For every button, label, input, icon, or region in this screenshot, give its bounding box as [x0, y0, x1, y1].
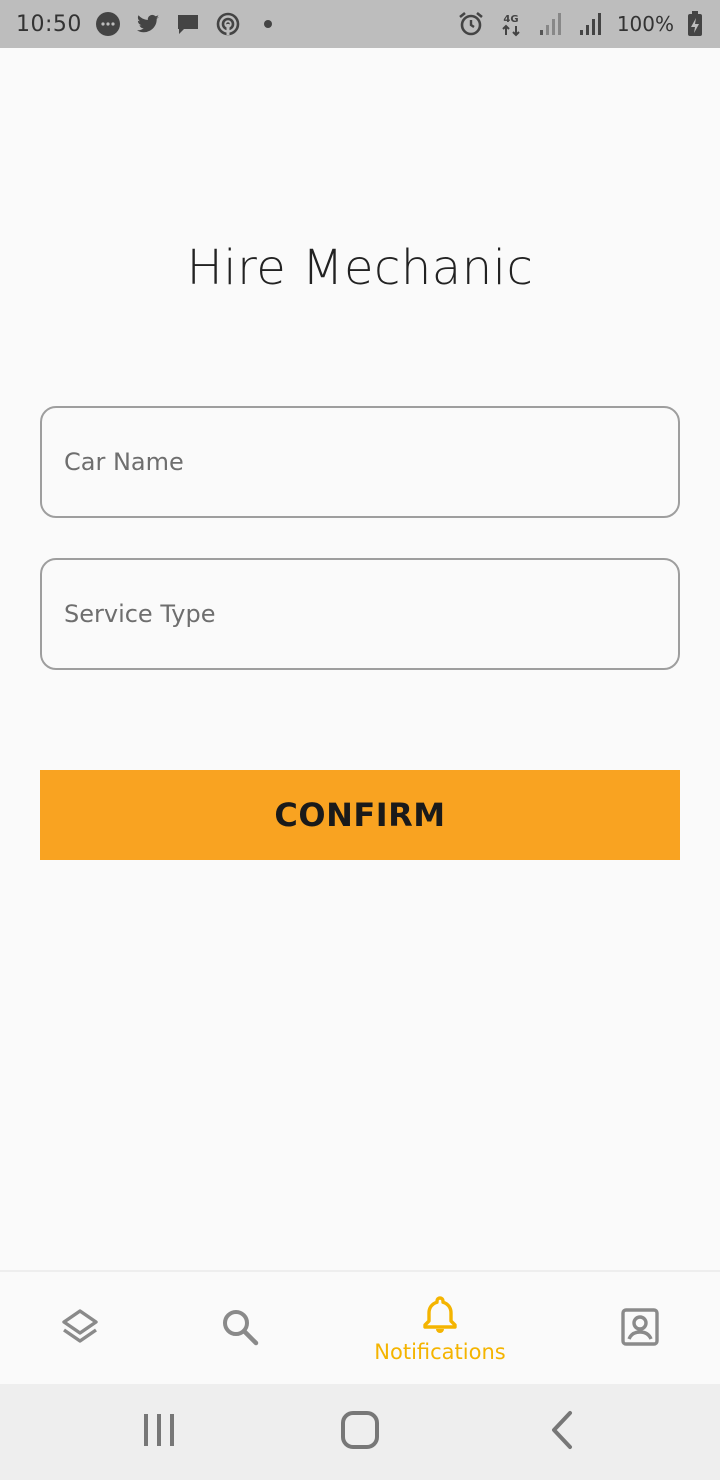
service-type-input[interactable] — [42, 560, 678, 668]
search-icon — [220, 1307, 260, 1351]
nav-item-profile[interactable] — [550, 1272, 720, 1386]
twitter-icon — [134, 10, 162, 38]
back-button[interactable] — [542, 1410, 582, 1454]
svg-text:4G: 4G — [503, 14, 518, 25]
status-bar-left: 10:50 — [16, 10, 282, 38]
recent-apps-button[interactable] — [139, 1412, 179, 1452]
home-icon — [340, 1410, 380, 1454]
car-name-field[interactable] — [40, 406, 680, 518]
service-type-field[interactable] — [40, 558, 680, 670]
back-icon — [542, 1410, 582, 1454]
nav-item-layers[interactable] — [0, 1272, 170, 1386]
nav-label-notifications: Notifications — [374, 1340, 506, 1364]
battery-percentage: 100% — [616, 12, 674, 36]
home-button[interactable] — [340, 1410, 380, 1454]
bell-icon — [420, 1294, 460, 1338]
status-bar: 10:50 4G 100% — [0, 0, 720, 48]
nav-item-notifications[interactable]: Notifications — [350, 1272, 530, 1386]
battery-charging-icon — [686, 10, 704, 38]
page-title: Hire Mechanic — [186, 240, 534, 296]
signal-icon — [577, 10, 605, 38]
dot-icon — [254, 10, 282, 38]
system-nav-bar — [0, 1384, 720, 1480]
chat-icon — [174, 10, 202, 38]
profile-icon — [620, 1307, 660, 1351]
layers-icon — [60, 1307, 100, 1351]
confirm-button[interactable]: CONFIRM — [40, 770, 680, 860]
status-bar-right: 4G 100% — [457, 10, 704, 38]
car-name-input[interactable] — [42, 408, 678, 516]
recent-apps-icon — [139, 1410, 179, 1454]
signal-icon — [537, 10, 565, 38]
alarm-icon — [457, 10, 485, 38]
status-time: 10:50 — [16, 11, 82, 37]
messenger-icon — [94, 10, 122, 38]
network-4g-icon: 4G — [497, 10, 525, 38]
bottom-nav: Notifications — [0, 1270, 720, 1384]
nav-item-search[interactable] — [150, 1272, 330, 1386]
hotspot-icon — [214, 10, 242, 38]
